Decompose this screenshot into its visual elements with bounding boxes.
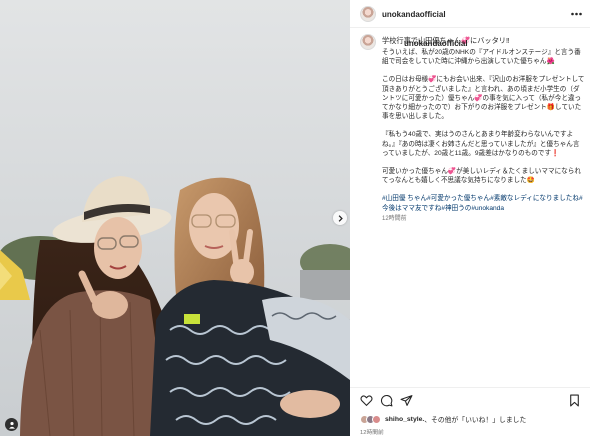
comment-icon[interactable] [380,394,393,407]
caption-headline-row: unokandaofficial 学校行事で山田優ちゃん💞にバッタリ‼︎ [382,36,582,48]
liker-username[interactable]: shiho_style. [385,416,424,423]
avatar[interactable] [360,6,376,22]
bookmark-icon[interactable] [568,394,581,407]
post-author-username[interactable]: unokandaofficial [382,10,446,19]
caption-timestamp: 12時間前 [382,215,407,222]
more-horizontal-icon [571,12,582,16]
likes-text[interactable]: 、その他が「いいね！」しました [424,414,526,424]
post-header: unokandaofficial [350,0,590,28]
caption-avatar[interactable] [360,34,376,50]
likes-summary: shiho_style. 、その他が「いいね！」しました [360,413,588,425]
tagged-users-button[interactable] [5,418,18,431]
chevron-right-icon [338,214,343,222]
post-caption: unokandaofficial 学校行事で山田優ちゃん💞にバッタリ‼︎ そうい… [360,34,586,234]
post-photo[interactable] [0,0,350,436]
more-options-button[interactable] [571,9,582,19]
caption-hashtags[interactable]: #山田優 ちゃん#可愛かった優ちゃん#素敵なレディになりましたね#今後はママ友で… [382,194,586,212]
caption-paragraph: この日はお母様💞にもお会い出来、『沢山のお洋服をプレゼントして頂きありがとうござ… [382,76,585,121]
liker-avatar [372,414,381,424]
caption-paragraph: 『私もう40歳で、実はうのさんとあまり年齢変わらないんですよね。』『あの時は凄く… [382,131,580,157]
caption-paragraph: 可愛いかった優ちゃん💞が美しいレディ＆たくましいママになられてっなんとも嬉しく不… [382,168,581,185]
heart-icon[interactable] [360,394,373,407]
send-icon[interactable] [400,394,413,407]
caption-body: そういえば、私が20歳のNHKの『アイドルオンステージ』と言う番組で司会をしてい… [382,48,586,224]
user-tag-icon [8,421,15,429]
next-photo-button[interactable] [333,211,347,225]
post-action-bar: shiho_style. 、その他が「いいね！」しました 12時間前 [350,387,590,436]
post-timestamp: 12時間前 [360,430,384,436]
post-side-panel: unokandaofficial unokandaofficial 学校行事で山… [350,0,590,436]
post-photo-image [0,0,350,436]
caption-paragraph: そういえば、私が20歳のNHKの『アイドルオンステージ』と言う番組で司会をしてい… [382,49,581,66]
